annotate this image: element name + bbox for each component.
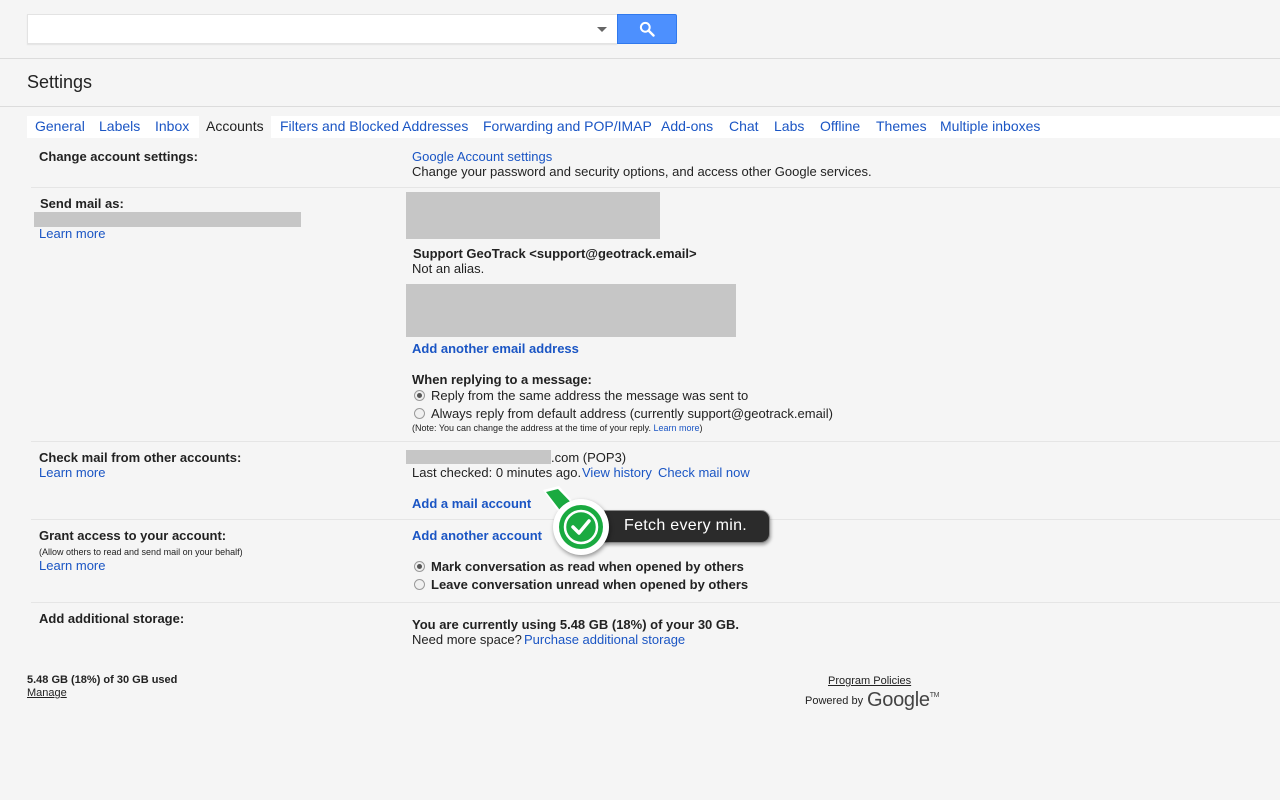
- redacted-email: [34, 212, 301, 227]
- tab-labs[interactable]: Labs: [774, 118, 804, 134]
- footer-manage-link[interactable]: Manage: [27, 687, 67, 699]
- program-policies-link[interactable]: Program Policies: [828, 675, 911, 687]
- redacted-account-block: [406, 192, 660, 239]
- need-more-space-text: Need more space?: [412, 632, 522, 647]
- reply-same-address-radio[interactable]: [414, 390, 425, 401]
- search-box: [27, 14, 617, 45]
- leave-unread-label: Leave conversation unread when opened by…: [431, 577, 749, 592]
- send-mail-learn-more-link[interactable]: Learn more: [39, 226, 105, 241]
- tab-labels[interactable]: Labels: [99, 118, 140, 134]
- tab-addons[interactable]: Add-ons: [661, 118, 713, 134]
- add-another-email-link[interactable]: Add another email address: [412, 341, 579, 356]
- tab-themes[interactable]: Themes: [876, 118, 927, 134]
- tab-accounts[interactable]: Accounts: [199, 116, 271, 140]
- check-mail-label: Check mail from other accounts:: [39, 450, 242, 465]
- pop-account-suffix: .com (POP3): [551, 450, 627, 465]
- storage-label: Add additional storage:: [39, 611, 185, 626]
- tab-forwarding[interactable]: Forwarding and POP/IMAP: [483, 118, 652, 134]
- redacted-account-block: [406, 284, 736, 337]
- google-logo-text: Google: [867, 689, 930, 711]
- check-mail-now-link[interactable]: Check mail now: [658, 465, 750, 480]
- callout-text: Fetch every min.: [624, 517, 748, 534]
- row-divider: [31, 441, 1280, 442]
- powered-by-text: Powered by: [805, 695, 864, 707]
- reply-same-address-label: Reply from the same address the message …: [431, 388, 749, 403]
- storage-usage-text: You are currently using 5.48 GB (18%) of…: [412, 617, 740, 632]
- mark-read-radio[interactable]: [414, 561, 425, 572]
- title-divider: [0, 106, 1280, 107]
- page-title: Settings: [27, 72, 93, 92]
- checkmark-icon: [559, 505, 603, 549]
- last-checked-text: Last checked: 0 minutes ago.: [412, 465, 582, 480]
- tab-multiple-inboxes[interactable]: Multiple inboxes: [940, 118, 1040, 134]
- reply-default-address-label: Always reply from default address (curre…: [431, 406, 833, 421]
- grant-access-label: Grant access to your account:: [39, 528, 227, 543]
- mark-read-label: Mark conversation as read when opened by…: [431, 559, 744, 574]
- row-divider: [31, 602, 1280, 603]
- google-logo: GoogleTM: [867, 689, 940, 712]
- settings-tabs: General Labels Inbox Accounts Filters an…: [27, 116, 1280, 140]
- search-button[interactable]: [617, 14, 677, 44]
- change-account-description: Change your password and security option…: [412, 164, 872, 179]
- footer-storage-usage: 5.48 GB (18%) of 30 GB used: [27, 674, 178, 686]
- google-account-settings-link[interactable]: Google Account settings: [412, 149, 552, 164]
- view-history-link[interactable]: View history: [582, 465, 652, 480]
- search-options-dropdown-icon[interactable]: [597, 27, 607, 32]
- row-divider: [31, 187, 1280, 188]
- redacted-pop-account: [406, 450, 551, 464]
- search-icon: [639, 21, 655, 37]
- reply-note: (Note: You can change the address at the…: [412, 423, 703, 433]
- tab-inbox[interactable]: Inbox: [155, 118, 189, 134]
- check-mail-learn-more-link[interactable]: Learn more: [39, 465, 105, 480]
- leave-unread-radio[interactable]: [414, 579, 425, 590]
- reply-note-learn-more-link[interactable]: Learn more: [654, 423, 700, 433]
- reply-heading: When replying to a message:: [412, 372, 592, 387]
- grant-access-learn-more-link[interactable]: Learn more: [39, 558, 105, 573]
- checkmark-icon: [563, 509, 599, 545]
- tab-general[interactable]: General: [35, 118, 85, 134]
- send-as-account-note: Not an alias.: [412, 261, 485, 276]
- purchase-storage-link[interactable]: Purchase additional storage: [524, 632, 685, 647]
- search-input[interactable]: [34, 15, 588, 45]
- add-another-account-link[interactable]: Add another account: [412, 528, 542, 543]
- add-mail-account-link[interactable]: Add a mail account: [412, 496, 531, 511]
- tab-chat[interactable]: Chat: [729, 118, 759, 134]
- change-account-label: Change account settings:: [39, 149, 198, 164]
- reply-note-text: (Note: You can change the address at the…: [412, 423, 651, 433]
- header-divider: [0, 58, 1280, 59]
- send-as-account-name: Support GeoTrack <support@geotrack.email…: [413, 246, 697, 261]
- reply-note-end: ): [699, 423, 703, 433]
- tab-filters[interactable]: Filters and Blocked Addresses: [280, 118, 468, 134]
- send-mail-as-label: Send mail as:: [40, 196, 124, 211]
- reply-default-address-radio[interactable]: [414, 408, 425, 419]
- tab-offline[interactable]: Offline: [820, 118, 860, 134]
- grant-access-sublabel: (Allow others to read and send mail on y…: [39, 547, 243, 557]
- google-logo-tm: TM: [929, 692, 940, 699]
